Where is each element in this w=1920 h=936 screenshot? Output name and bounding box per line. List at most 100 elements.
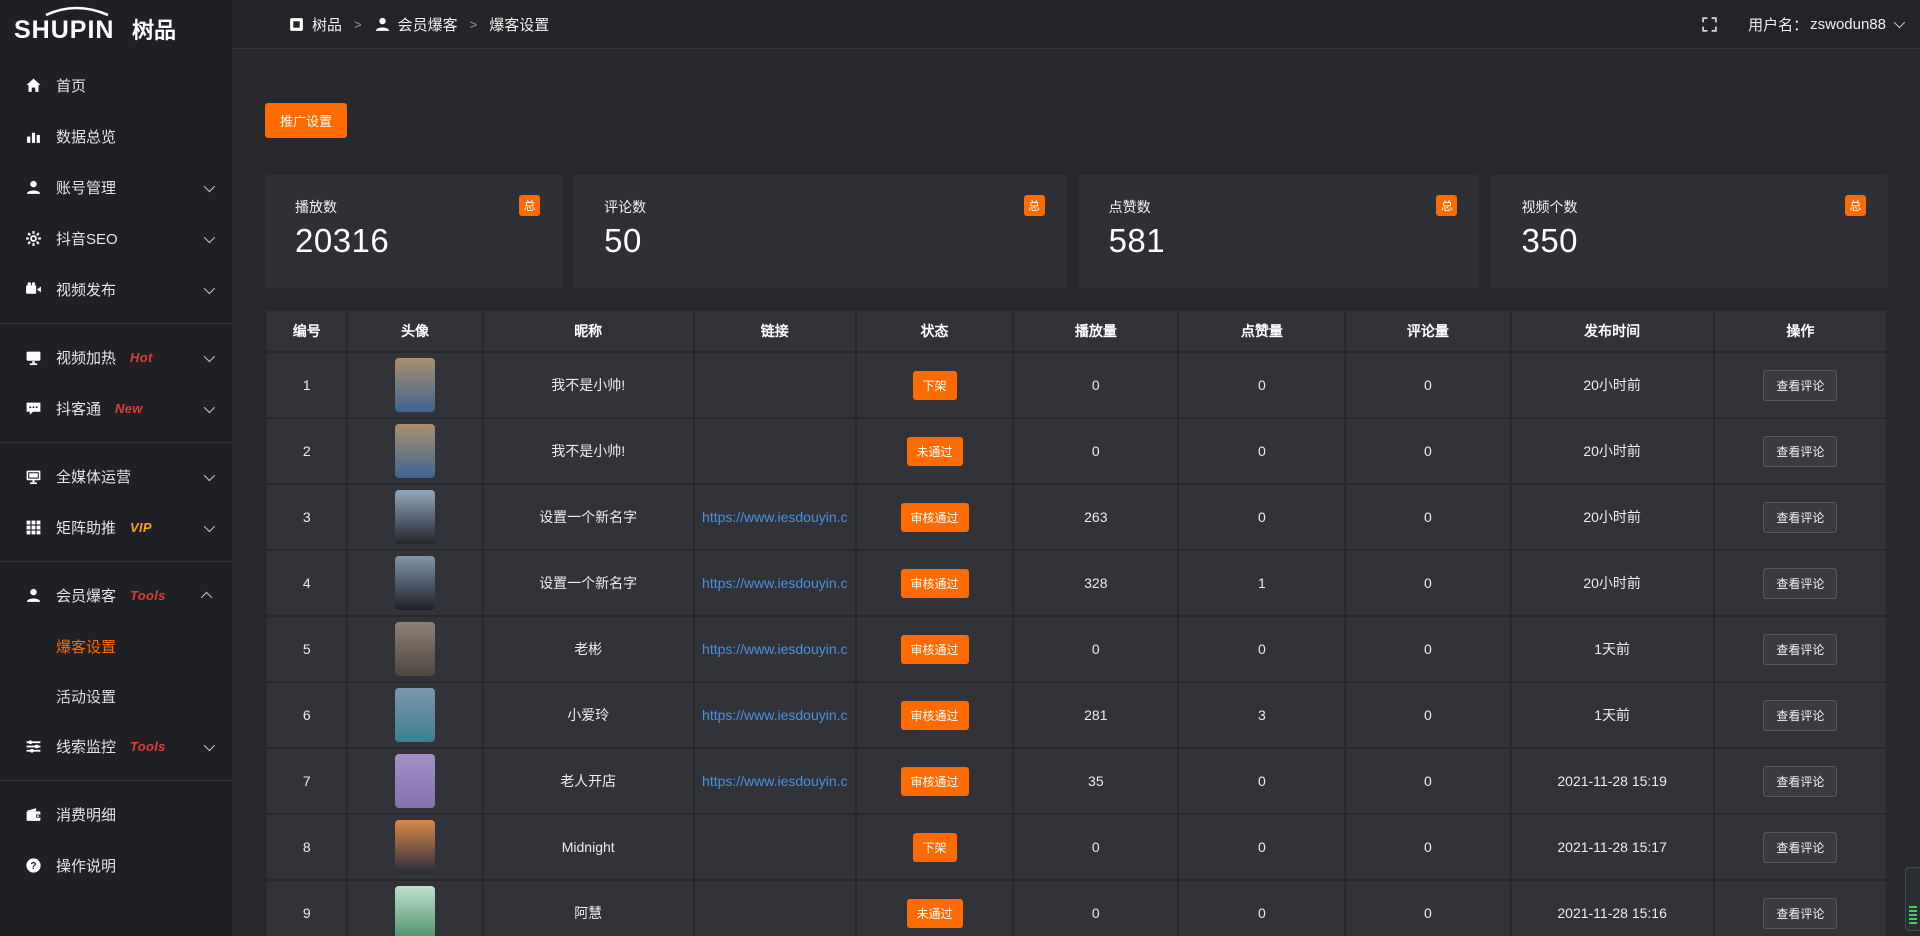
status-cell: 审核通过 <box>857 617 1012 681</box>
time-cell: 20小时前 <box>1512 419 1713 483</box>
table-row: 1 我不是小帅! 下架 0 0 0 20小时前 查看评论 <box>267 353 1886 417</box>
sidebar-item-operation-guide[interactable]: ? 操作说明 <box>0 840 232 891</box>
sidebar-item-data-overview[interactable]: 数据总览 <box>0 111 232 162</box>
plays-cell: 0 <box>1014 353 1177 417</box>
view-comments-button[interactable]: 查看评论 <box>1763 436 1837 467</box>
sidebar-item-label: 操作说明 <box>56 855 116 876</box>
wallet-icon <box>24 806 42 824</box>
sidebar-item-tag: Hot <box>130 350 153 365</box>
sidebar-item-consumption-detail[interactable]: 消费明细 <box>0 789 232 840</box>
sidebar-item-home[interactable]: 首页 <box>0 60 232 111</box>
app-icon <box>288 16 305 33</box>
signal-bar <box>1909 918 1917 920</box>
table-row: 9 阿慧 未通过 0 0 0 2021-11-28 15:16 查看评论 <box>267 881 1886 936</box>
video-link[interactable]: https://www.iesdouyin.c <box>702 509 848 525</box>
table-header-row: 编号头像昵称链接状态播放量点赞量评论量发布时间操作 <box>267 311 1886 351</box>
sidebar-item-matrix-boost[interactable]: 矩阵助推 VIP <box>0 502 232 553</box>
likes-cell: 0 <box>1179 749 1344 813</box>
breadcrumb-separator: > <box>354 17 362 32</box>
action-cell: 查看评论 <box>1715 551 1886 615</box>
stat-value: 20316 <box>295 222 540 260</box>
time-cell: 2021-11-28 15:16 <box>1512 881 1713 936</box>
action-cell: 查看评论 <box>1715 815 1886 879</box>
view-comments-button[interactable]: 查看评论 <box>1763 766 1837 797</box>
status-badge[interactable]: 审核通过 <box>901 701 969 730</box>
avatar <box>395 424 435 478</box>
sidebar-subitem-activity-settings[interactable]: 活动设置 <box>0 671 232 721</box>
sidebar-item-tag: New <box>115 401 143 416</box>
promo-settings-button[interactable]: 推广设置 <box>265 103 347 138</box>
fullscreen-icon[interactable] <box>1701 16 1718 33</box>
link-cell: https://www.iesdouyin.c <box>695 617 855 681</box>
link-cell: https://www.iesdouyin.c <box>695 749 855 813</box>
floating-widget[interactable] <box>1905 867 1920 931</box>
status-badge[interactable]: 审核通过 <box>901 635 969 664</box>
breadcrumb-item-baoke-settings[interactable]: 爆客设置 <box>489 14 549 35</box>
likes-cell: 0 <box>1179 815 1344 879</box>
video-link[interactable]: https://www.iesdouyin.c <box>702 773 848 789</box>
nickname-cell: 小爱玲 <box>484 683 693 747</box>
view-comments-button[interactable]: 查看评论 <box>1763 502 1837 533</box>
sidebar-item-video-heat[interactable]: 视频加热 Hot <box>0 332 232 383</box>
likes-cell: 0 <box>1179 881 1344 936</box>
chevron-up-icon <box>201 591 212 602</box>
main-area: 树品 > 会员爆客 > 爆客设置 用户名：zswodun88 推广设置 播放数 <box>232 0 1920 936</box>
sidebar-item-clue-monitor[interactable]: 线索监控 Tools <box>0 721 232 772</box>
breadcrumb-item-shupin[interactable]: 树品 <box>288 14 342 35</box>
view-comments-button[interactable]: 查看评论 <box>1763 898 1837 929</box>
sidebar-item-label: 视频发布 <box>56 279 116 300</box>
video-link[interactable]: https://www.iesdouyin.c <box>702 707 848 723</box>
column-header: 发布时间 <box>1512 311 1713 351</box>
row-number-cell: 2 <box>267 419 346 483</box>
plays-cell: 0 <box>1014 617 1177 681</box>
sidebar-item-douyin-seo[interactable]: 抖音SEO <box>0 213 232 264</box>
user-icon <box>24 179 42 197</box>
stat-card-videos: 视频个数 总 350 <box>1491 175 1888 288</box>
view-comments-button[interactable]: 查看评论 <box>1763 634 1837 665</box>
avatar-cell <box>348 749 481 813</box>
status-badge[interactable]: 未通过 <box>907 899 963 928</box>
row-number-cell: 1 <box>267 353 346 417</box>
status-badge[interactable]: 审核通过 <box>901 503 969 532</box>
sidebar-item-video-publish[interactable]: 视频发布 <box>0 264 232 315</box>
avatar-cell <box>348 815 481 879</box>
view-comments-button[interactable]: 查看评论 <box>1763 700 1837 731</box>
view-comments-button[interactable]: 查看评论 <box>1763 832 1837 863</box>
breadcrumb-separator: > <box>470 17 478 32</box>
sidebar-item-member-baoke[interactable]: 会员爆客 Tools <box>0 570 232 621</box>
topbar-right: 用户名：zswodun88 <box>1701 14 1902 35</box>
view-comments-button[interactable]: 查看评论 <box>1763 370 1837 401</box>
breadcrumb: 树品 > 会员爆客 > 爆客设置 <box>288 14 549 35</box>
breadcrumb-label: 会员爆客 <box>398 14 458 35</box>
status-badge[interactable]: 下架 <box>913 833 957 862</box>
video-link[interactable]: https://www.iesdouyin.c <box>702 575 848 591</box>
status-badge[interactable]: 未通过 <box>907 437 963 466</box>
chevron-down-icon <box>1894 17 1905 28</box>
sidebar-item-label: 抖客通 <box>56 398 101 419</box>
action-cell: 查看评论 <box>1715 353 1886 417</box>
status-badge[interactable]: 审核通过 <box>901 767 969 796</box>
status-cell: 审核通过 <box>857 749 1012 813</box>
stat-label: 点赞数 <box>1109 197 1151 217</box>
logo-text-en: SHUPIN <box>14 16 114 44</box>
breadcrumb-item-member-baoke[interactable]: 会员爆客 <box>374 14 458 35</box>
view-comments-button[interactable]: 查看评论 <box>1763 568 1837 599</box>
status-badge[interactable]: 下架 <box>913 371 957 400</box>
sidebar-item-omni-media[interactable]: 全媒体运营 <box>0 451 232 502</box>
chevron-down-icon <box>204 350 215 361</box>
chat-icon <box>24 400 42 418</box>
nickname-cell: 设置一个新名字 <box>484 551 693 615</box>
column-header: 评论量 <box>1346 311 1509 351</box>
sidebar-item-douketong[interactable]: 抖客通 New <box>0 383 232 434</box>
status-badge[interactable]: 审核通过 <box>901 569 969 598</box>
sidebar-subitem-baoke-settings[interactable]: 爆客设置 <box>0 621 232 671</box>
time-cell: 20小时前 <box>1512 551 1713 615</box>
avatar-cell <box>348 419 481 483</box>
video-link[interactable]: https://www.iesdouyin.c <box>702 641 848 657</box>
action-cell: 查看评论 <box>1715 749 1886 813</box>
user-menu[interactable]: 用户名：zswodun88 <box>1748 14 1902 35</box>
sidebar-item-account-management[interactable]: 账号管理 <box>0 162 232 213</box>
time-cell: 2021-11-28 15:17 <box>1512 815 1713 879</box>
avatar <box>395 886 435 936</box>
stat-label: 评论数 <box>604 197 646 217</box>
